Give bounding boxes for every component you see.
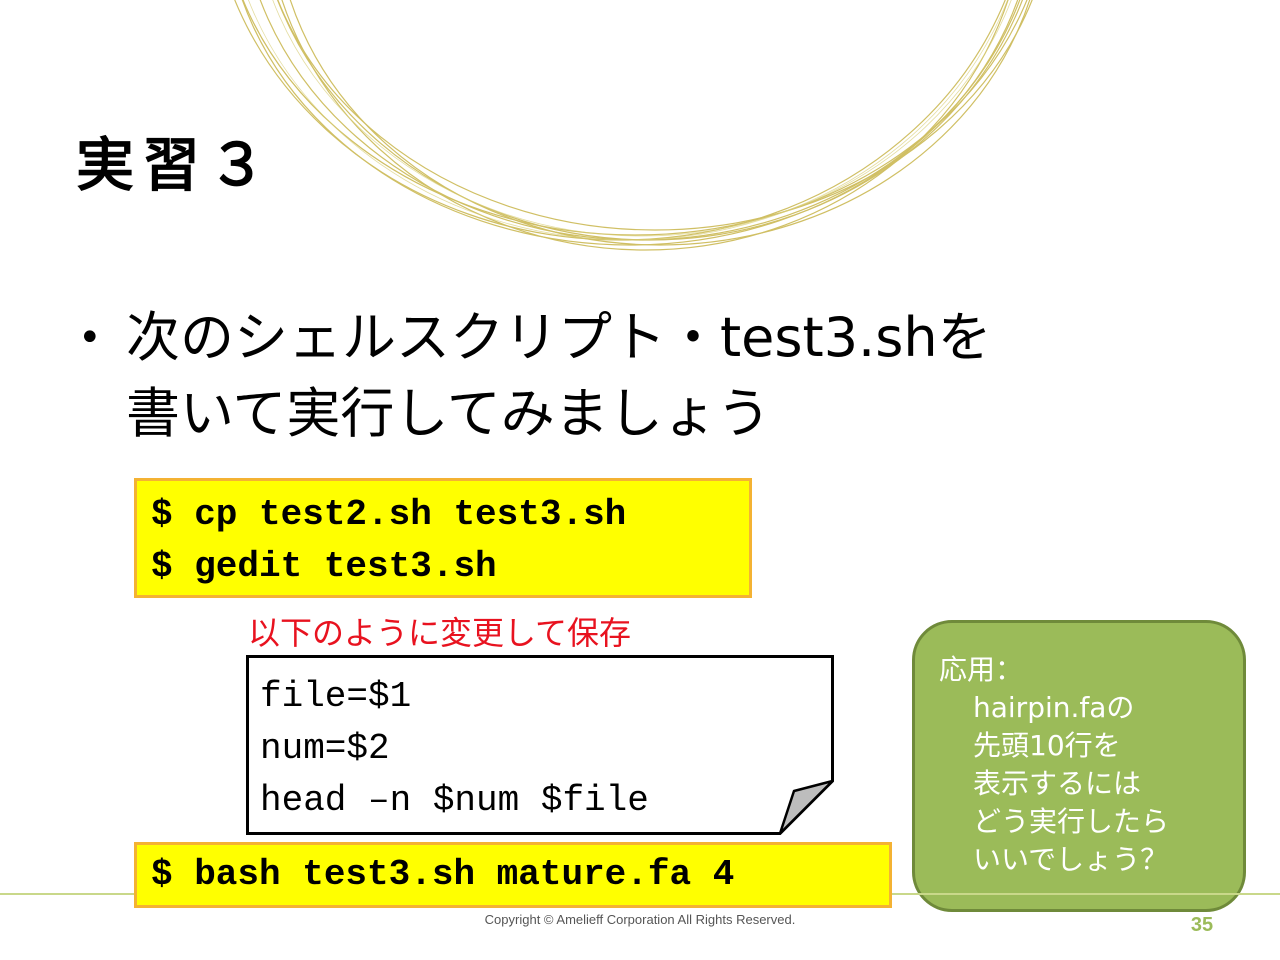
bullet-line-2: 書いて実行してみましょう [126,382,771,445]
application-line-2: 先頭10行を [973,729,1121,762]
application-line-3: 表示するには [973,767,1142,800]
script-line-1: file=$1 [260,676,412,717]
bullet-line-1: 次のシェルスクリプト・test3.shを [126,306,992,369]
copyright-text: Copyright © Amelieff Corporation All Rig… [484,912,796,927]
run-command-line: $ bash test3.sh mature.fa 4 [151,854,735,895]
command-box-copy-edit: $ cp test2.sh test3.sh $ gedit test3.sh [134,478,752,598]
application-line-5: いいでしょう？ [973,843,1169,876]
application-heading: 応用： [939,653,1024,686]
application-line-4: どう実行したら [973,805,1170,838]
command-line-1: $ cp test2.sh test3.sh [151,494,627,535]
command-box-run: $ bash test3.sh mature.fa 4 [134,842,892,908]
script-line-2: num=$2 [260,728,390,769]
bullet-text: 次のシェルスクリプト・test3.shを 書いて実行してみましょう [126,300,992,452]
slide-title: 実習３ [76,131,275,199]
script-line-3: head –n $num $file [260,780,649,821]
application-line-1: hairpin.faの [973,691,1135,724]
command-line-2: $ gedit test3.sh [151,546,497,587]
script-note: file=$1 num=$2 head –n $num $file [246,655,834,835]
instruction-text: 以下のように変更して保存 [248,614,632,652]
bullet-point: • 次のシェルスクリプト・test3.shを 書いて実行してみましょう [78,300,1198,452]
page-number: 35 [1190,914,1214,936]
application-callout: 応用： hairpin.faの 先頭10行を 表示するには どう実行したら いい… [912,620,1246,912]
bullet-dot: • [78,315,102,361]
script-code: file=$1 num=$2 head –n $num $file [260,671,649,827]
